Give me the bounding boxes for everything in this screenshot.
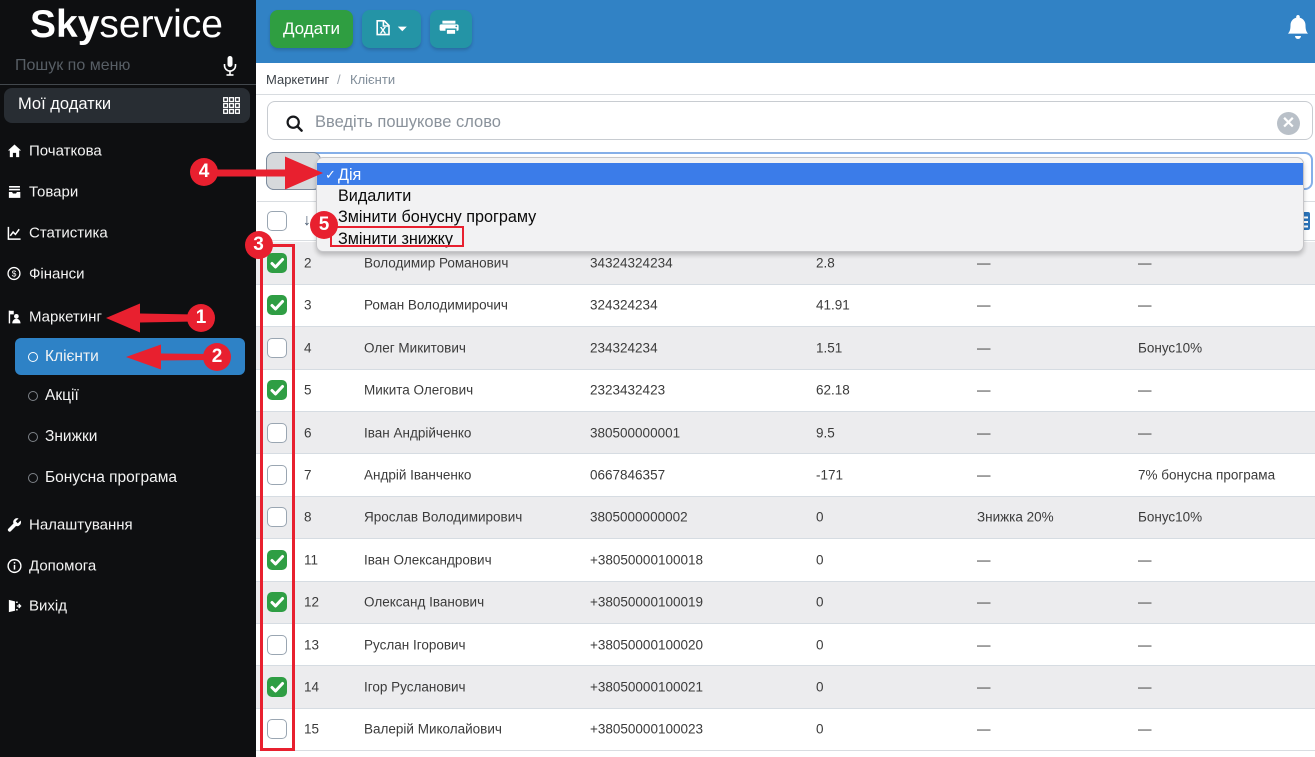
svg-text:x: x <box>380 25 387 37</box>
svg-text:$: $ <box>12 268 17 278</box>
